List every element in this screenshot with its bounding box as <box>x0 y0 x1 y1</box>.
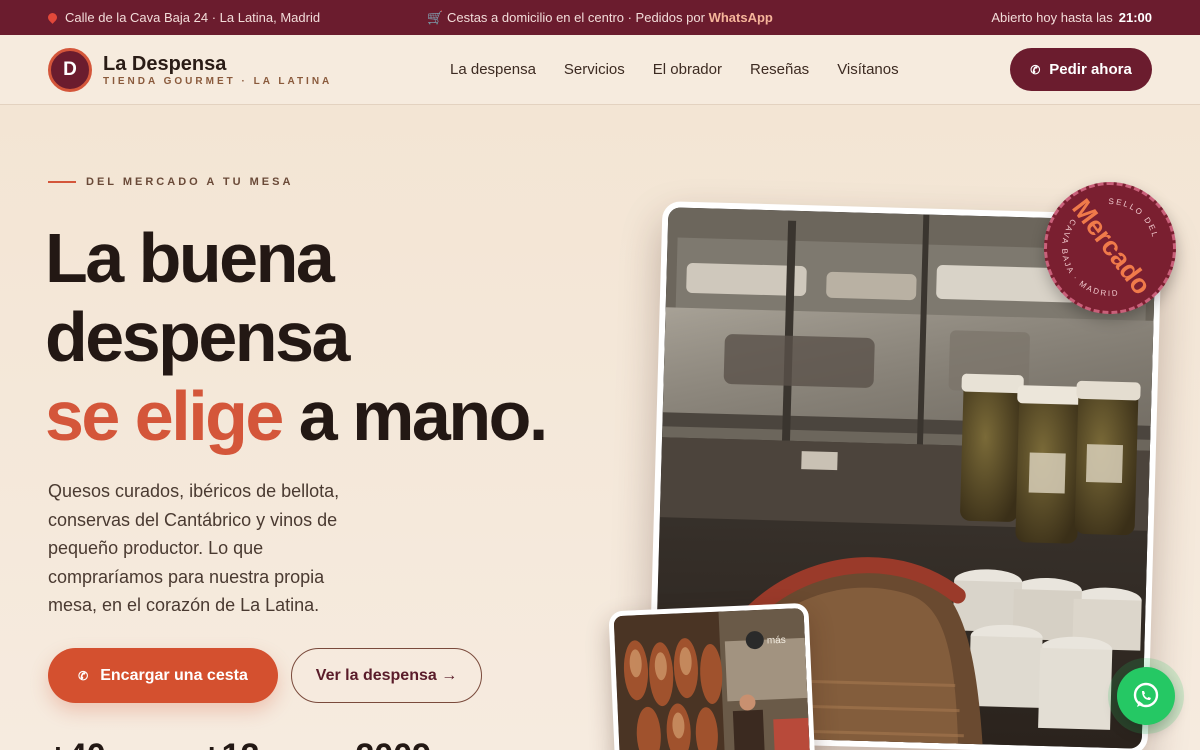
hours-value: 21:00 <box>1118 10 1152 25</box>
whatsapp-button[interactable] <box>1117 667 1175 725</box>
nav-item-resenas[interactable]: Reseñas <box>750 61 809 78</box>
brand-tagline: TIENDA GOURMET · LA LATINA <box>103 75 333 87</box>
logo-icon[interactable]: D <box>48 47 92 92</box>
eyebrow-rule <box>48 181 76 183</box>
nav-item-el-obrador[interactable]: El obrador <box>653 61 722 78</box>
ham-shop-photo: más <box>608 602 816 750</box>
order-now-label: Pedir ahora <box>1049 61 1132 78</box>
headline-line-2: despensa <box>45 298 350 376</box>
market-seal-badge: SELLO DEL Mercado CAVA BAJA · MADRID <box>1041 179 1179 317</box>
cart-icon: 🛒 <box>427 9 444 25</box>
seal-graphic: SELLO DEL Mercado CAVA BAJA · MADRID <box>1043 188 1168 315</box>
whatsapp-icon <box>1133 682 1159 708</box>
hero-section: DEL MERCADO A TU MESA La buena despensa … <box>0 105 1200 750</box>
nav-item-servicios[interactable]: Servicios <box>564 61 625 78</box>
nav-item-la-despensa[interactable]: La despensa <box>450 61 536 78</box>
address-text: Calle de la Cava Baja 24 · La Latina, Ma… <box>65 10 321 25</box>
brand[interactable]: La Despensa TIENDA GOURMET · LA LATINA <box>103 53 332 87</box>
headline-rest: a mano. <box>298 377 549 455</box>
brand-name: La Despensa <box>103 52 227 75</box>
main-nav: La despensa Servicios El obrador Reseñas… <box>450 61 899 78</box>
hero-headline: La buena despensa se elige a mano. <box>45 219 549 456</box>
address-block: Calle de la Cava Baja 24 · La Latina, Ma… <box>46 10 321 25</box>
ham-shop-image: más <box>613 607 816 750</box>
top-bar: Calle de la Cava Baja 24 · La Latina, Ma… <box>0 0 1200 35</box>
delivery-text: Cestas a domicilio en el centro · Pedido… <box>446 9 705 25</box>
whatsapp-link[interactable]: WhatsApp <box>709 10 773 25</box>
location-pin-icon <box>46 11 59 24</box>
order-basket-label: Encargar una cesta <box>100 666 248 684</box>
view-pantry-button[interactable]: Ver la despensa → <box>291 648 482 703</box>
site-header: D La Despensa TIENDA GOURMET · LA LATINA… <box>0 35 1200 105</box>
eyebrow-text: DEL MERCADO A TU MESA <box>86 176 294 188</box>
stats-row: +40 +12 2009 <box>48 737 431 750</box>
phone-icon: ✆ <box>78 668 89 683</box>
stat-value: 2009 <box>355 737 431 750</box>
opening-hours: Abierto hoy hasta las 21:00 <box>991 10 1152 25</box>
headline-line-1: La buena <box>45 219 335 297</box>
headline-accent: se elige <box>45 377 284 455</box>
order-now-button[interactable]: ✆ Pedir ahora <box>1010 48 1152 91</box>
hours-text: Abierto hoy hasta las <box>991 10 1113 25</box>
stat-value: +12 <box>202 737 260 750</box>
order-basket-button[interactable]: ✆ Encargar una cesta <box>48 648 278 703</box>
shop-sign-text: más <box>767 635 786 647</box>
hero-eyebrow: DEL MERCADO A TU MESA <box>48 176 293 188</box>
stat-value: +40 <box>48 737 106 750</box>
nav-item-visitanos[interactable]: Visítanos <box>837 61 898 78</box>
hero-description: Quesos curados, ibéricos de bellota, con… <box>48 481 340 615</box>
phone-icon: ✆ <box>1030 62 1041 77</box>
